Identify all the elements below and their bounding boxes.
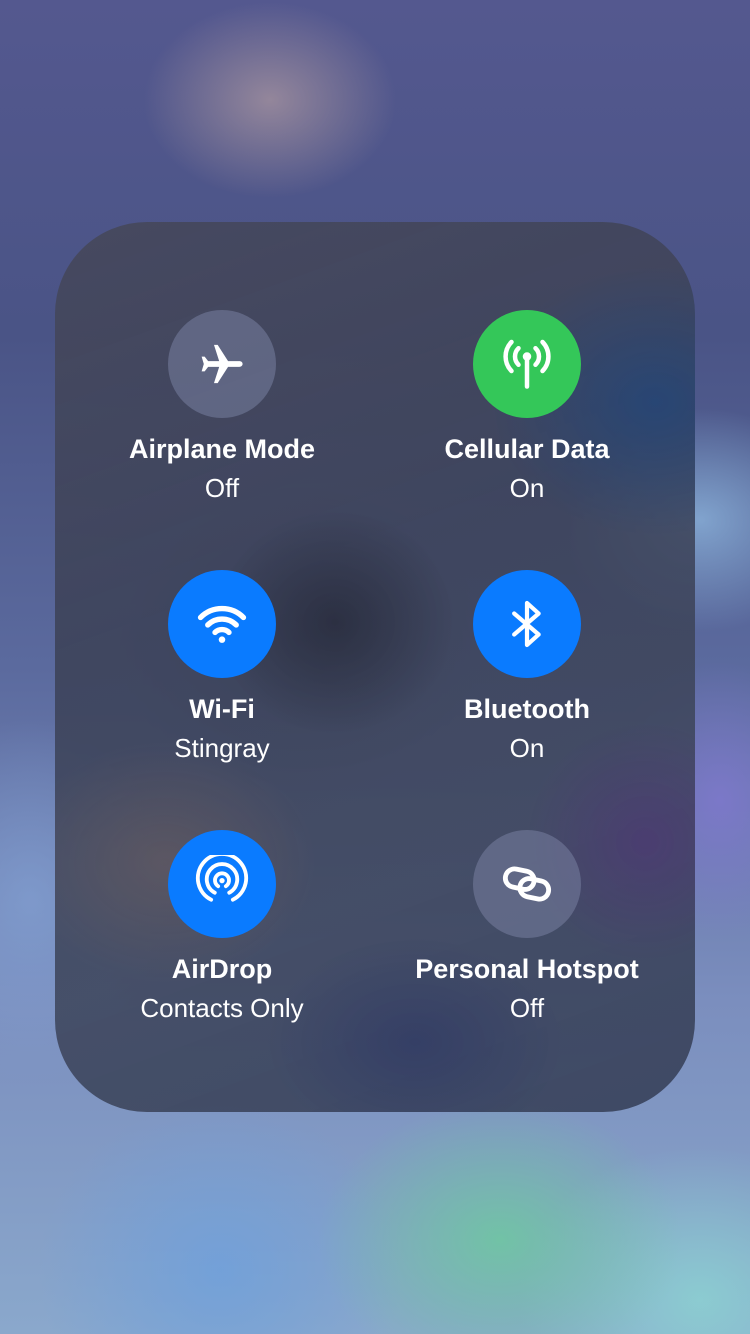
airplane-mode-status: Off [204,473,240,503]
airdrop-toggle[interactable]: AirDrop Contacts Only [72,830,372,1060]
airplane-mode-button[interactable] [168,310,276,418]
antenna-icon [503,339,551,389]
cellular-data-toggle[interactable]: Cellular Data On [377,310,677,540]
cellular-data-button[interactable] [473,310,581,418]
airplane-mode-toggle[interactable]: Airplane Mode Off [72,310,372,540]
wifi-button[interactable] [168,570,276,678]
wifi-network-name: Stingray [174,733,270,763]
bluetooth-toggle[interactable]: Bluetooth On [377,570,677,800]
bluetooth-status: On [509,733,545,763]
airdrop-status: Contacts Only [140,993,304,1023]
wifi-label: Wi-Fi [189,694,255,724]
personal-hotspot-toggle[interactable]: Personal Hotspot Off [377,830,677,1060]
hotspot-link-icon [502,866,552,902]
personal-hotspot-label: Personal Hotspot [415,954,639,984]
wifi-icon [197,605,247,643]
airplane-mode-label: Airplane Mode [128,434,316,464]
bluetooth-button[interactable] [473,570,581,678]
airdrop-icon [195,855,249,902]
airdrop-button[interactable] [168,830,276,938]
bluetooth-label: Bluetooth [464,694,590,724]
airplane-icon [201,344,243,384]
airdrop-label: AirDrop [171,954,273,984]
wifi-toggle[interactable]: Wi-Fi Stingray [72,570,372,800]
cellular-data-status: On [509,473,545,503]
personal-hotspot-status: Off [509,993,545,1023]
connectivity-panel: Airplane Mode Off Cellular Data On Wi-Fi… [55,222,695,1112]
cellular-data-label: Cellular Data [444,434,610,464]
bluetooth-icon [512,600,541,648]
personal-hotspot-button[interactable] [473,830,581,938]
